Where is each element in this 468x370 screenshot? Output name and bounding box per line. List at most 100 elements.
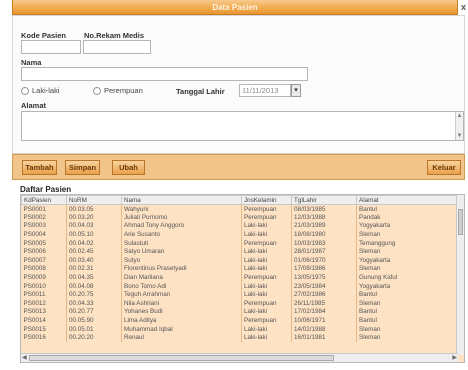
table-cell: PS0015 [21, 324, 67, 334]
gender-male-label: Laki-laki [32, 86, 60, 95]
table-cell: Laki-laki [241, 324, 292, 334]
ubah-button[interactable]: Ubah [112, 160, 145, 175]
scroll-down-icon[interactable]: ▼ [456, 133, 463, 139]
table-row[interactable]: PS0011 00.20.75 Teguh Arrahman Laki-laki 27/… [21, 290, 459, 300]
column-header[interactable]: Alamat [356, 195, 459, 205]
keluar-button[interactable]: Keluar [427, 160, 461, 175]
table-row[interactable]: PS0010 00.04.08 Bono Tomo Adi Laki-laki 23/0… [21, 281, 459, 291]
simpan-button[interactable]: Simpan [65, 160, 100, 175]
grid-horizontal-thumb[interactable] [29, 355, 334, 361]
table-cell: Sleman [356, 264, 459, 274]
table-cell: Laki-laki [241, 247, 292, 257]
table-row[interactable]: PS0005 00.04.02 Sulastuti Perempuan 10/03/19… [21, 238, 459, 248]
table-cell: Wahyuni [121, 204, 242, 214]
table-cell: Perempuan [241, 204, 292, 214]
alamat-textarea[interactable]: ▲ ▼ [21, 111, 464, 141]
table-cell: 00.05.10 [66, 230, 122, 239]
table-row[interactable]: PS0007 00.03.40 Sutyo Laki-laki 01/06/1970 Yo… [21, 256, 459, 265]
column-header[interactable]: NoRM [66, 195, 122, 205]
column-header[interactable]: JnsKelamin [241, 195, 292, 205]
column-header[interactable]: TglLahir [291, 195, 357, 205]
daftar-pasien-title: Daftar Pasien [20, 185, 72, 194]
table-row[interactable]: PS0001 00.03.05 Wahyuni Perempuan 08/03/1985… [21, 204, 459, 214]
table-cell: 00.03.20 [66, 213, 122, 222]
tambah-button[interactable]: Tambah [22, 160, 57, 175]
table-cell: Perempuan [241, 273, 292, 282]
table-cell: Sleman [356, 333, 459, 342]
tanggal-lahir-value[interactable]: 11/11/2013 [239, 84, 291, 97]
radio-dot-icon [93, 86, 101, 95]
table-cell: 14/02/1988 [291, 324, 357, 334]
table-row[interactable]: PS0013 00.20.77 Yohanes Budi Laki-laki 17/02… [21, 307, 459, 317]
table-cell: PS0008 [21, 264, 67, 274]
table-cell: PS0002 [21, 213, 67, 222]
table-cell: 13/05/1975 [291, 273, 357, 282]
table-cell: 00.20.77 [66, 307, 122, 317]
table-row[interactable]: PS0015 00.05.01 Muhammad Iqbal Laki-laki 14/… [21, 324, 459, 334]
nama-input[interactable] [21, 67, 308, 81]
rekam-medis-input[interactable] [83, 40, 151, 54]
table-row[interactable]: PS0006 00.02.45 Satyo Umaran Laki-laki 28/01… [21, 247, 459, 257]
table-row[interactable]: PS0016 00.20.20 Renaul Laki-laki 16/01/1981 S… [21, 333, 459, 342]
rekam-medis-label: No.Rekam Medis [84, 31, 145, 40]
table-row[interactable]: PS0014 00.05.90 Lima Aditya Perempuan 10/06/… [21, 316, 459, 325]
table-cell: PS0001 [21, 204, 67, 214]
action-toolbar: Tambah Simpan Ubah Keluar [12, 154, 465, 180]
scroll-up-icon[interactable]: ▲ [456, 113, 463, 119]
patient-grid[interactable]: KdPasien NoRM Nama JnsKelamin TglLahir Alamat… [20, 194, 465, 363]
table-cell: PS0011 [21, 290, 67, 300]
table-cell: PS0006 [21, 247, 67, 257]
table-cell: Perempuan [241, 238, 292, 248]
alamat-label: Alamat [21, 101, 47, 110]
table-cell: 00.04.03 [66, 221, 122, 231]
table-row[interactable]: PS0002 00.03.20 Juliati Purnomo Perempuan 12… [21, 213, 459, 222]
table-cell: Renaul [121, 333, 242, 342]
table-cell: 00.04.08 [66, 281, 122, 291]
close-icon[interactable]: x [461, 2, 468, 12]
grid-vertical-scrollbar[interactable] [456, 195, 464, 355]
table-cell: 00.05.90 [66, 316, 122, 325]
table-cell: 27/02/1986 [291, 290, 357, 300]
table-cell: Juliati Purnomo [121, 213, 242, 222]
table-cell: 08/03/1985 [291, 204, 357, 214]
grid-vertical-thumb[interactable] [458, 209, 463, 235]
table-cell: Bantul [356, 307, 459, 317]
table-cell: PS0005 [21, 238, 67, 248]
kode-pasien-input[interactable] [21, 40, 81, 54]
kode-pasien-label: Kode Pasien [21, 31, 67, 40]
chevron-down-icon[interactable]: ▾ [291, 84, 301, 97]
table-cell: 10/03/1983 [291, 238, 357, 248]
table-cell: Yogyakarta [356, 256, 459, 265]
table-cell: 00.03.05 [66, 204, 122, 214]
column-header[interactable]: Nama [121, 195, 242, 205]
table-cell: Perempuan [241, 316, 292, 325]
table-cell: 00.04.33 [66, 299, 122, 308]
table-row[interactable]: PS0009 00.04.35 Dian Marliana Perempuan 13/0… [21, 273, 459, 282]
table-cell: Sleman [356, 230, 459, 239]
scroll-right-icon[interactable]: ▶ [452, 354, 457, 361]
tanggal-lahir-picker[interactable]: 11/11/2013 ▾ [239, 84, 301, 97]
table-cell: Bantul [356, 204, 459, 214]
table-cell: Arie Susanto [121, 230, 242, 239]
table-cell: Lima Aditya [121, 316, 242, 325]
gender-male-radio[interactable]: Laki-laki [21, 86, 60, 95]
table-cell: Perempuan [241, 299, 292, 308]
alamat-scrollbar[interactable]: ▲ ▼ [455, 112, 463, 140]
table-cell: Bantul [356, 316, 459, 325]
scroll-left-icon[interactable]: ◀ [22, 354, 27, 361]
table-cell: Laki-laki [241, 230, 292, 239]
table-cell: 12/03/1988 [291, 213, 357, 222]
table-row[interactable]: PS0012 00.04.33 Nila Ashriani Perempuan 26/1… [21, 299, 459, 308]
table-row[interactable]: PS0004 00.05.10 Arie Susanto Laki-laki 18/08… [21, 230, 459, 239]
table-cell: Yogyakarta [356, 281, 459, 291]
table-cell: 00.02.31 [66, 264, 122, 274]
table-cell: Sleman [356, 247, 459, 257]
table-cell: Yohanes Budi [121, 307, 242, 317]
gender-female-radio[interactable]: Perempuan [93, 86, 143, 95]
table-cell: 00.03.40 [66, 256, 122, 265]
table-cell: Laki-laki [241, 333, 292, 342]
column-header[interactable]: KdPasien [21, 195, 67, 205]
grid-horizontal-scrollbar[interactable]: ◀ ▶ [21, 353, 458, 362]
table-row[interactable]: PS0008 00.02.31 Florentinus Prasetyadi Laki… [21, 264, 459, 274]
table-row[interactable]: PS0003 00.04.03 Ahmad Tony Anggoro Laki-lak… [21, 221, 459, 231]
